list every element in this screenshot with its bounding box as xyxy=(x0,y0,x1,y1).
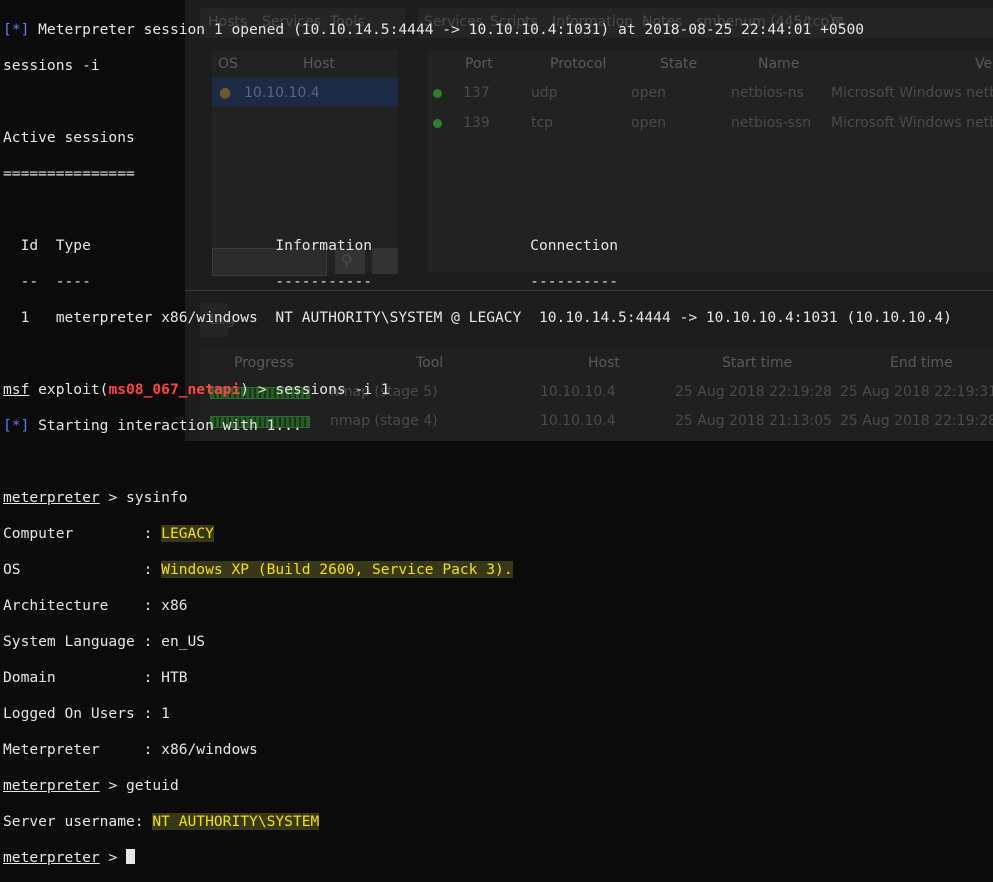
sysinfo-value: HTB xyxy=(161,669,188,686)
sysinfo-value: LEGACY xyxy=(161,525,214,542)
sysinfo-value: en_US xyxy=(161,633,206,650)
sysinfo-row: System Language : en_US xyxy=(3,633,206,650)
meterpreter-prompt: meterpreter xyxy=(3,849,100,866)
sessions-table-rule: -- ---- ----------- ---------- xyxy=(3,273,619,290)
info-marker: [*] xyxy=(3,21,30,38)
server-username: NT AUTHORITY\SYSTEM xyxy=(152,813,320,830)
text-cursor xyxy=(126,849,136,864)
meterpreter-prompt: meterpreter xyxy=(3,489,100,506)
command-line: sessions -i xyxy=(3,57,100,74)
sysinfo-value: x86/windows xyxy=(161,741,258,758)
sysinfo-row: Computer : LEGACY xyxy=(3,525,214,542)
session-opened-line: [*] Meterpreter session 1 opened (10.10.… xyxy=(3,21,865,38)
sysinfo-row: OS : Windows XP (Build 2600, Service Pac… xyxy=(3,561,513,578)
terminal-output[interactable]: [*] Meterpreter session 1 opened (10.10.… xyxy=(3,3,952,882)
info-marker: [*] xyxy=(3,417,30,434)
sysinfo-value: x86 xyxy=(161,597,188,614)
sysinfo-row: Logged On Users : 1 xyxy=(3,705,170,722)
meterpreter-command-line: meterpreter > getuid xyxy=(3,777,179,794)
sessions-table-row: 1 meterpreter x86/windows NT AUTHORITY\S… xyxy=(3,309,952,326)
msf-prompt: msf xyxy=(3,381,30,398)
msf-prompt-line: msf exploit(ms08_067_netapi) > sessions … xyxy=(3,381,390,398)
sysinfo-row: Architecture : x86 xyxy=(3,597,188,614)
meterpreter-prompt: meterpreter xyxy=(3,777,100,794)
interaction-line: [*] Starting interaction with 1... xyxy=(3,417,302,434)
section-underline: =============== xyxy=(3,165,135,182)
sysinfo-row: Meterpreter : x86/windows xyxy=(3,741,258,758)
exploit-module: ms08_067_netapi xyxy=(108,381,241,398)
sessions-table-header: Id Type Information Connection xyxy=(3,237,619,254)
meterpreter-command-line: meterpreter > sysinfo xyxy=(3,489,188,506)
sysinfo-value: 1 xyxy=(161,705,170,722)
section-title: Active sessions xyxy=(3,129,135,146)
svc-header-version[interactable]: Ve xyxy=(975,56,992,72)
sysinfo-row: Domain : HTB xyxy=(3,669,188,686)
getuid-output: Server username: NT AUTHORITY\SYSTEM xyxy=(3,813,320,830)
meterpreter-input-line[interactable]: meterpreter > xyxy=(3,849,952,867)
sysinfo-value: Windows XP (Build 2600, Service Pack 3). xyxy=(161,561,513,578)
